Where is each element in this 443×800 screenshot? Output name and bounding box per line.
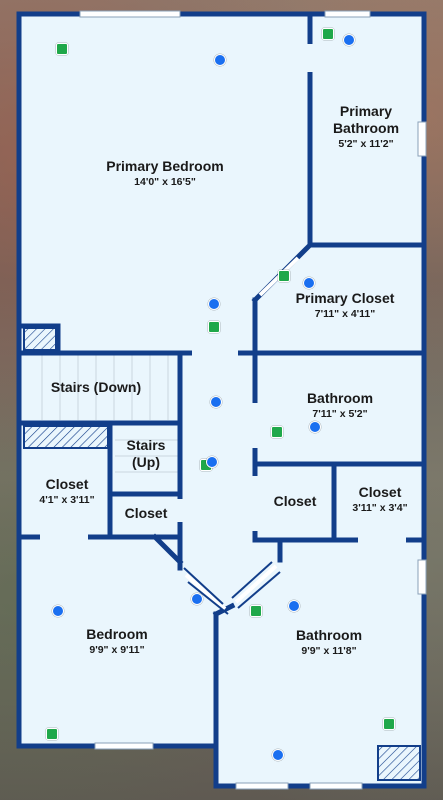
blue-dot-marker[interactable] [272, 749, 284, 761]
green-square-marker[interactable] [383, 718, 395, 730]
room-name: Closet [273, 493, 317, 509]
room-dimensions: 5'2" x 11'2" [338, 138, 394, 150]
room-label-primary-closet[interactable]: Primary Closet 7'11" x 4'11" [280, 290, 410, 321]
hatched-box-bottom-right [377, 745, 421, 781]
blue-dot-marker[interactable] [206, 456, 218, 468]
green-square-marker[interactable] [322, 28, 334, 40]
room-name: Bathroom [295, 627, 363, 643]
green-square-marker[interactable] [46, 728, 58, 740]
room-name: Primary Bedroom [106, 158, 224, 174]
hatched-box-top-left [23, 327, 57, 351]
room-dimensions: 9'9" x 9'11" [89, 644, 145, 656]
blue-dot-marker[interactable] [309, 421, 321, 433]
room-name: Stairs (Down) [50, 379, 142, 395]
green-square-marker[interactable] [271, 426, 283, 438]
green-square-marker[interactable] [278, 270, 290, 282]
room-dimensions: 4'1" x 3'11" [39, 494, 95, 506]
room-label-closet-right[interactable]: Closet 3'11" x 3'4" [338, 484, 422, 515]
room-label-bathroom-bottom[interactable]: Bathroom 9'9" x 11'8" [266, 627, 392, 658]
green-square-marker[interactable] [56, 43, 68, 55]
room-label-stairs-up[interactable]: Stairs (Up) [114, 437, 178, 471]
room-label-closet-left[interactable]: Closet 4'1" x 3'11" [26, 476, 108, 507]
room-dimensions: 3'11" x 3'4" [352, 502, 408, 514]
room-name: Primary Bathroom [332, 103, 400, 136]
room-name: Closet [358, 484, 402, 500]
room-label-closet-center[interactable]: Closet [258, 493, 332, 510]
room-label-stairs-down[interactable]: Stairs (Down) [34, 379, 158, 396]
room-dimensions: 14'0" x 16'5" [134, 176, 196, 188]
room-name: Primary Closet [295, 290, 395, 306]
room-name: Bedroom [86, 626, 148, 642]
room-dimensions: 7'11" x 5'2" [312, 408, 368, 420]
hatched-box-stairs [23, 425, 109, 449]
room-label-bathroom-mid[interactable]: Bathroom 7'11" x 5'2" [270, 390, 410, 421]
room-label-bedroom[interactable]: Bedroom 9'9" x 9'11" [60, 626, 174, 657]
room-name: Closet [45, 476, 89, 492]
green-square-marker[interactable] [250, 605, 262, 617]
blue-dot-marker[interactable] [210, 396, 222, 408]
room-name: Closet [124, 505, 168, 521]
room-dimensions: 7'11" x 4'11" [314, 308, 376, 320]
blue-dot-marker[interactable] [214, 54, 226, 66]
room-label-closet-small[interactable]: Closet [114, 505, 178, 522]
blue-dot-marker[interactable] [303, 277, 315, 289]
room-dimensions: 9'9" x 11'8" [301, 645, 357, 657]
room-label-primary-bathroom[interactable]: Primary Bathroom 5'2" x 11'2" [314, 103, 418, 151]
blue-dot-marker[interactable] [191, 593, 203, 605]
room-label-primary-bedroom[interactable]: Primary Bedroom 14'0" x 16'5" [70, 158, 260, 189]
room-name: Bathroom [306, 390, 374, 406]
room-name: Stairs (Up) [126, 437, 166, 470]
blue-dot-marker[interactable] [343, 34, 355, 46]
green-square-marker[interactable] [208, 321, 220, 333]
blue-dot-marker[interactable] [288, 600, 300, 612]
blue-dot-marker[interactable] [52, 605, 64, 617]
blue-dot-marker[interactable] [208, 298, 220, 310]
